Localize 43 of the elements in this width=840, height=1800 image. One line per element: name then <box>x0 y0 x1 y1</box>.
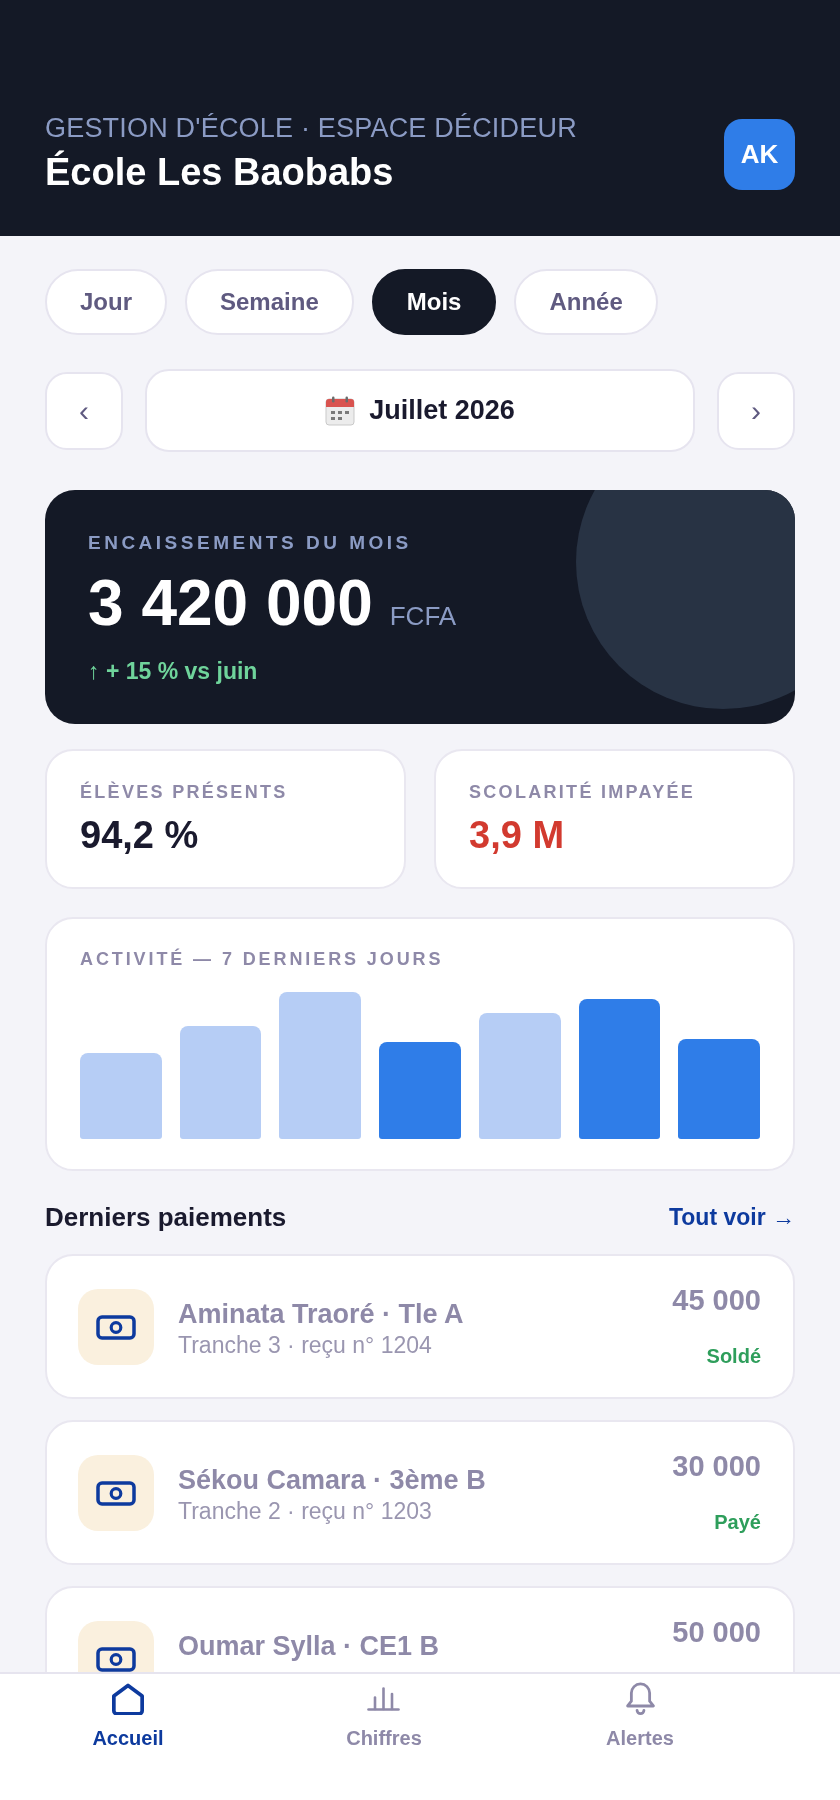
bell-icon <box>625 1682 655 1716</box>
payment-amount: 45 000 <box>672 1283 761 1317</box>
period-tab[interactable]: Mois <box>371 269 497 335</box>
period-tab[interactable]: Année <box>514 269 658 335</box>
payment-status: Payé <box>714 1510 761 1535</box>
nav-tab[interactable]: Alertes <box>596 1674 684 1751</box>
calendar-icon <box>325 395 356 426</box>
period-tab[interactable]: Semaine <box>185 269 354 335</box>
stat-value: 3,9 M <box>469 813 566 857</box>
currency-label: FCFA <box>389 600 457 633</box>
payer-name: Oumar Sylla · CE1 B <box>178 1631 441 1661</box>
period-tab[interactable]: Jour <box>45 269 167 335</box>
chart-title: ACTIVITÉ — 7 DERNIERS JOURS <box>80 947 445 971</box>
revenue-amount: 3 420 000 <box>88 568 373 638</box>
stat-value: 94,2 % <box>80 813 200 857</box>
nav-tab[interactable]: Chiffres <box>336 1674 432 1751</box>
previous-button[interactable]: ‹ <box>45 371 123 450</box>
payment-card[interactable]: Sékou Camara · 3ème B Tranche 2 · reçu n° 1203 30 000 Payé <box>45 1420 795 1565</box>
payer-name: Aminata Traoré · Tle A <box>178 1299 465 1329</box>
stat-label: ÉLÈVES PRÉSENTS <box>80 780 289 804</box>
revenue-label: ENCAISSEMENTS DU MOIS <box>88 531 413 555</box>
section-title: Derniers paiements <box>45 1201 287 1233</box>
receipt-info: Tranche 2 · reçu n° 1203 <box>178 1497 433 1526</box>
banknote-icon <box>78 1288 154 1365</box>
banknote-icon <box>78 1454 154 1531</box>
home-icon <box>111 1683 145 1715</box>
period-selector[interactable]: Juillet 2026 <box>145 369 695 452</box>
receipt-info: Tranche 3 · reçu n° 1204 <box>178 1331 433 1360</box>
payment-status: Soldé <box>706 1344 761 1369</box>
payment-amount: 30 000 <box>672 1449 761 1483</box>
user-avatar[interactable]: AK <box>724 118 795 190</box>
payment-amount: 50 000 <box>672 1615 761 1649</box>
school-name: École Les Baobabs <box>45 149 395 195</box>
revenue-trend: ↑ + 15 % vs juin <box>88 657 259 685</box>
nav-tab[interactable]: Accueil <box>82 1674 174 1751</box>
payer-name: Sékou Camara · 3ème B <box>178 1465 487 1495</box>
see-all-link[interactable]: Tout voir → <box>668 1201 795 1233</box>
payment-card[interactable]: Aminata Traoré · Tle A Tranche 3 · reçu n° 1204 45 000 Soldé <box>45 1254 795 1399</box>
bar-chart-icon <box>367 1687 401 1711</box>
app-subtitle: GESTION D'ÉCOLE · ESPACE DÉCIDEUR <box>45 112 577 144</box>
payment-card[interactable]: Oumar Sylla · CE1 B 50 000 <box>45 1586 795 1672</box>
next-button[interactable]: › <box>717 371 795 450</box>
stat-label: SCOLARITÉ IMPAYÉE <box>469 780 697 804</box>
